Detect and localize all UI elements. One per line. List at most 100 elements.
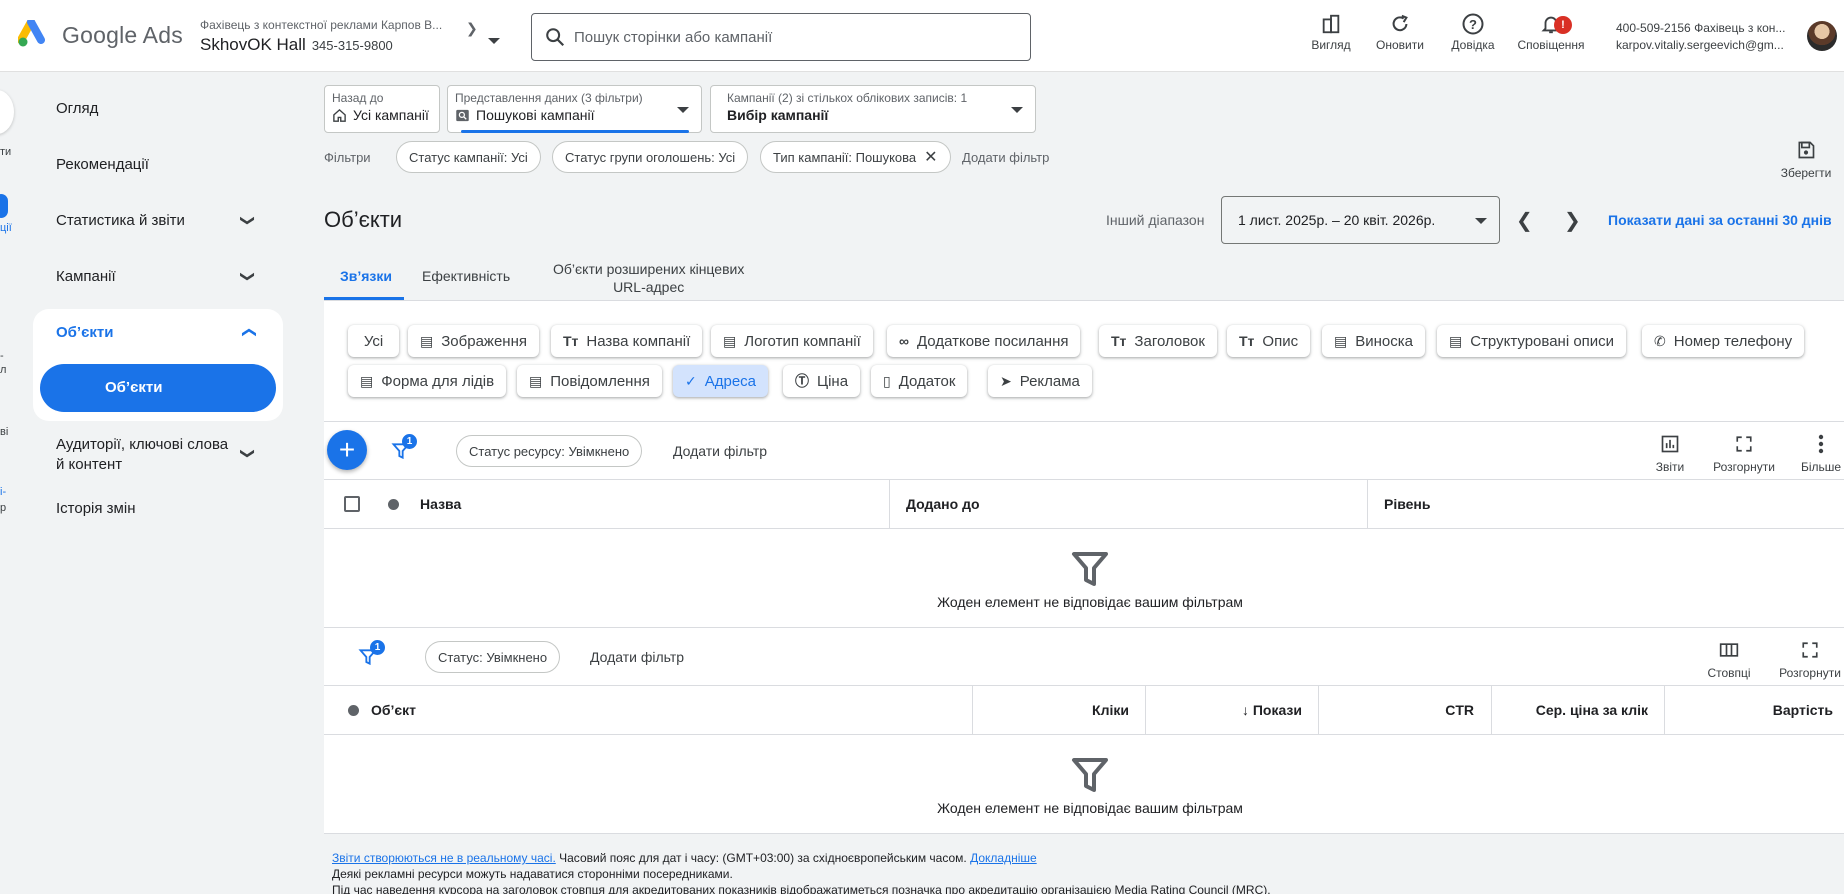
chevron-up-icon[interactable]: ❯ (239, 327, 256, 339)
column-header-object[interactable]: Об’єкт (371, 702, 416, 718)
asset-chip-address[interactable]: ✓ Адреса (673, 365, 769, 397)
user-account-info[interactable]: 400-509-2156 Фахівець з кон... karpov.vi… (1616, 20, 1785, 54)
top-bar: Google Ads Фахівець з контекстної реклам… (0, 0, 1844, 72)
avatar[interactable] (1807, 21, 1837, 51)
help-icon: ? (1462, 13, 1484, 35)
column-header-added-to[interactable]: Додано до (906, 496, 980, 512)
column-header-impressions[interactable]: ↓ Покази (1160, 702, 1302, 718)
asset-chip-phone[interactable]: ✆ Номер телефону (1642, 325, 1805, 357)
column-header-name[interactable]: Назва (420, 496, 461, 512)
asset-chip-label: Назва компанії (586, 332, 691, 350)
asset-chip-sitelink[interactable]: ∞ Додаткове посилання (887, 325, 1081, 357)
columns-button[interactable]: Стовпці (1693, 638, 1765, 680)
prev-range-icon[interactable]: ❮ (1516, 208, 1533, 233)
resource-status-chip[interactable]: Статус ресурсу: Увімкнено (456, 435, 643, 467)
select-all-checkbox[interactable] (344, 496, 360, 512)
filter-chip-campaign-type[interactable]: Тип кампанії: Пошукова ✕ (760, 141, 951, 173)
asset-chip-lead-form[interactable]: ▤ Форма для лідів (348, 365, 507, 397)
view-button[interactable]: Вигляд (1295, 10, 1367, 52)
account-selector[interactable]: Фахівець з контекстної реклами Карпов В.… (200, 18, 442, 55)
not-realtime-link[interactable]: Звіти створюються не в реальному часі. (332, 851, 556, 865)
user-email: karpov.vitaliy.sergeevich@gm... (1616, 38, 1784, 52)
asset-chip-price[interactable]: Ⓣ Ціна (783, 365, 861, 397)
nav-audiences[interactable]: Аудиторії, ключові слова й контент (56, 435, 228, 475)
nav-objects[interactable]: Об’єкти (56, 324, 113, 341)
filter-chip-campaign-status[interactable]: Статус кампанії: Усі (396, 141, 541, 173)
notifications-label: Сповіщення (1517, 38, 1585, 52)
asset-chip-description[interactable]: Tт Опис (1227, 325, 1311, 357)
status-chip[interactable]: Статус: Увімкнено (425, 641, 561, 673)
document-icon: ▤ (1334, 332, 1348, 349)
asset-chip-logo[interactable]: ▤ Логотип компанії (711, 325, 873, 357)
divider (324, 528, 1844, 529)
chevron-down-icon[interactable]: ❯ (239, 448, 256, 460)
account-id: 345-315-9800 (311, 38, 393, 53)
nav-stats[interactable]: Статистика й звіти (56, 212, 185, 229)
asset-chip-app[interactable]: ▯ Додаток (871, 365, 968, 397)
asset-chip-label: Реклама (1019, 372, 1080, 390)
column-header-cost[interactable]: Вартість (1680, 702, 1833, 718)
document-icon: ▤ (1449, 332, 1463, 349)
svg-text:?: ? (1469, 17, 1477, 32)
campaigns-value: Вибір кампанії (727, 107, 829, 123)
asset-chip-business-name[interactable]: Tт Назва компанії (551, 325, 703, 357)
date-range-picker[interactable]: 1 лист. 2025р. – 20 квіт. 2026р. (1221, 196, 1500, 244)
column-header-level[interactable]: Рівень (1384, 496, 1431, 512)
filter-chip-adgroup-status[interactable]: Статус групи оголошень: Усі (552, 141, 749, 173)
asset-chip-message[interactable]: ▤ Повідомлення (517, 365, 662, 397)
nav-objects-sub[interactable]: Об’єкти (40, 364, 276, 412)
reports-button[interactable]: Звіти (1634, 432, 1706, 474)
google-ads-logo[interactable]: Google Ads (18, 20, 183, 50)
show-last-30-days-link[interactable]: Показати дані за останні 30 днів (1608, 212, 1832, 228)
add-filter-button[interactable]: Додати фільтр (673, 443, 767, 459)
data-view-selector[interactable]: Представлення даних (3 фільтри) Пошукові… (447, 85, 702, 133)
asset-chip-callout[interactable]: ▤ Виноска (1322, 325, 1425, 357)
search-input[interactable] (574, 28, 1014, 46)
back-to-selector[interactable]: Назад до Усі кампанії (324, 85, 440, 133)
nav-recommendations[interactable]: Рекомендації (56, 156, 149, 173)
more-button[interactable]: Більше (1786, 432, 1844, 474)
more-label: Більше (1801, 460, 1842, 474)
filters-label: Фільтри (324, 150, 371, 165)
asset-chip-structured-snippets[interactable]: ▤ Структуровані описи (1437, 325, 1627, 357)
add-filter-button[interactable]: Додати фільтр (590, 649, 684, 665)
save-icon (1798, 141, 1815, 159)
nav-overview[interactable]: Огляд (56, 100, 98, 117)
add-asset-button[interactable]: + (327, 430, 367, 470)
search-box[interactable] (531, 13, 1031, 61)
notifications-button[interactable]: Сповіщення ! (1515, 10, 1587, 52)
rail-active-indicator[interactable] (0, 194, 8, 218)
filter-count-badge: 1 (402, 434, 417, 449)
expand-button[interactable]: Розгорнути (1774, 638, 1844, 680)
date-range-label: Інший діапазон (1106, 212, 1205, 228)
next-range-icon[interactable]: ❯ (1564, 208, 1581, 233)
nav-campaigns[interactable]: Кампанії (56, 268, 116, 285)
tab-links[interactable]: Зв’язки (340, 268, 392, 284)
chevron-right-icon[interactable]: ❯ (466, 20, 478, 37)
help-button[interactable]: ? Довідка (1437, 10, 1509, 52)
nav-history[interactable]: Історія змін (56, 500, 135, 517)
close-icon[interactable]: ✕ (924, 149, 937, 166)
add-filter-button[interactable]: Додати фільтр (962, 150, 1049, 165)
view-value: Пошукові кампанії (476, 107, 595, 123)
tab-performance[interactable]: Ефективність (422, 268, 510, 284)
campaign-selector[interactable]: Кампанії (2) зі стількох облікових запис… (710, 85, 1036, 133)
asset-chip-label: Повідомлення (550, 372, 650, 390)
asset-chip-promotion[interactable]: ➤ Реклама (988, 365, 1092, 397)
asset-chip-image[interactable]: ▤ Зображення (408, 325, 539, 357)
account-dropdown-icon[interactable] (488, 38, 500, 44)
rail-create-button[interactable] (0, 90, 14, 134)
chevron-down-icon[interactable]: ❯ (239, 215, 256, 227)
tab-final-url-objects[interactable]: Об’єкти розширених кінцевих URL-адрес (553, 260, 744, 296)
asset-chip-label: Форма для лідів (381, 372, 495, 390)
asset-chip-all[interactable]: Усі (348, 325, 399, 357)
save-button[interactable]: Зберегти (1776, 140, 1836, 180)
refresh-button[interactable]: Оновити (1364, 10, 1436, 52)
column-header-ctr[interactable]: CTR (1330, 702, 1474, 718)
learn-more-link[interactable]: Докладніше (970, 851, 1037, 865)
chevron-down-icon[interactable]: ❯ (239, 271, 256, 283)
column-header-avg-cpc[interactable]: Сер. ціна за клік (1500, 702, 1648, 718)
expand-button[interactable]: Розгорнути (1708, 432, 1780, 474)
asset-chip-headline[interactable]: Tт Заголовок (1099, 325, 1217, 357)
column-header-clicks[interactable]: Кліки (1000, 702, 1129, 718)
